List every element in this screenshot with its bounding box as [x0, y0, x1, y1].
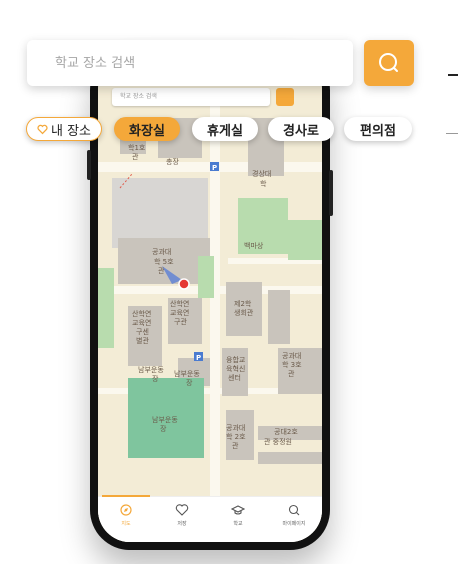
nav-item-label: 지도 — [121, 521, 131, 527]
map-label: 관 중정원 — [264, 437, 292, 446]
map-label: 교육연 — [132, 319, 151, 327]
nav-item-label: 학교 — [233, 521, 243, 527]
map-label: 공과대 — [152, 247, 171, 256]
map-label: 육혁신 — [226, 364, 245, 373]
map-label: 장 — [186, 378, 193, 387]
divider — [448, 74, 458, 76]
search-bar — [27, 40, 353, 86]
svg-text:P: P — [196, 354, 201, 362]
map-label: 생회관 — [234, 308, 254, 317]
map-label: 장 — [152, 374, 159, 383]
map-label: 학 5호 — [154, 257, 174, 266]
heart-icon — [37, 124, 48, 134]
chip-my-places[interactable]: 내 장소 — [26, 117, 102, 141]
chip-convenience-store[interactable]: 편의점 — [344, 117, 412, 141]
divider — [446, 133, 458, 134]
screen-search-input[interactable]: 학교 장소 검색 — [112, 88, 270, 106]
phone-side-button — [329, 170, 333, 216]
search-icon — [379, 53, 398, 72]
map-label: 관 — [232, 441, 239, 450]
map-label: 경상대 — [252, 169, 271, 178]
map-label: 구관 — [174, 317, 187, 326]
heart-icon — [175, 504, 189, 516]
search-button[interactable] — [364, 40, 414, 86]
phone-side-button — [87, 150, 91, 180]
nav-item-label: 마이페이지 — [282, 521, 306, 527]
map-label: 융합교 — [226, 355, 246, 364]
map-label: 관 — [288, 369, 295, 378]
map-label: 센터 — [228, 373, 241, 382]
map-label: 공대2호 — [274, 428, 298, 436]
nav-item-school[interactable]: 학교 — [214, 503, 262, 527]
chip-restroom[interactable]: 화장실 — [114, 117, 180, 141]
map-label: 총장 — [166, 157, 179, 166]
map-label: 별관 — [136, 336, 149, 345]
map-label: 산학연 — [170, 299, 189, 308]
chip-label: 휴게실 — [207, 123, 243, 139]
search-input[interactable] — [53, 54, 337, 72]
map-icon — [120, 504, 132, 516]
map-label: 백마상 — [244, 241, 264, 250]
map-label: 남부운동 — [174, 369, 200, 378]
chip-ramp[interactable]: 경사로 — [268, 117, 334, 141]
search-icon — [288, 504, 300, 516]
chip-label: 내 장소 — [50, 123, 91, 139]
map-label: 남부운동 — [152, 415, 178, 424]
map-label: 학1호 — [128, 143, 146, 152]
nav-item-mypage[interactable]: 마이페이지 — [270, 503, 318, 527]
map-label: 구센 — [136, 327, 149, 336]
map-label: 학 2호 — [226, 432, 246, 441]
map-label: 교육연 — [170, 309, 189, 317]
chip-label: 화장실 — [129, 123, 165, 139]
map-label: 학 3호 — [282, 360, 302, 369]
chip-label: 경사로 — [283, 123, 319, 139]
nav-item-map[interactable]: 지도 — [102, 495, 150, 527]
map-label: 장 — [160, 424, 167, 433]
map-label: 관 — [132, 152, 139, 161]
map-label: 공과대 — [226, 423, 245, 432]
nav-item-saved[interactable]: 저장 — [158, 503, 206, 527]
map-label: 공과대 — [282, 351, 301, 360]
school-cap-icon — [231, 505, 245, 515]
screen-search-button[interactable] — [276, 88, 294, 106]
svg-text:P: P — [212, 164, 217, 172]
chip-lounge[interactable]: 휴게실 — [192, 117, 258, 141]
nav-item-label: 저장 — [177, 521, 187, 527]
map-label: 학 — [260, 179, 267, 188]
map-label: 제2학 — [234, 299, 252, 308]
map-label: 남부운동 — [138, 365, 164, 374]
map-label: 관 — [158, 266, 165, 275]
bottom-navigation: 지도 저장 학교 마이페이지 — [98, 495, 322, 542]
chip-label: 편의점 — [360, 123, 396, 139]
map-label: 산학연 — [132, 309, 151, 318]
